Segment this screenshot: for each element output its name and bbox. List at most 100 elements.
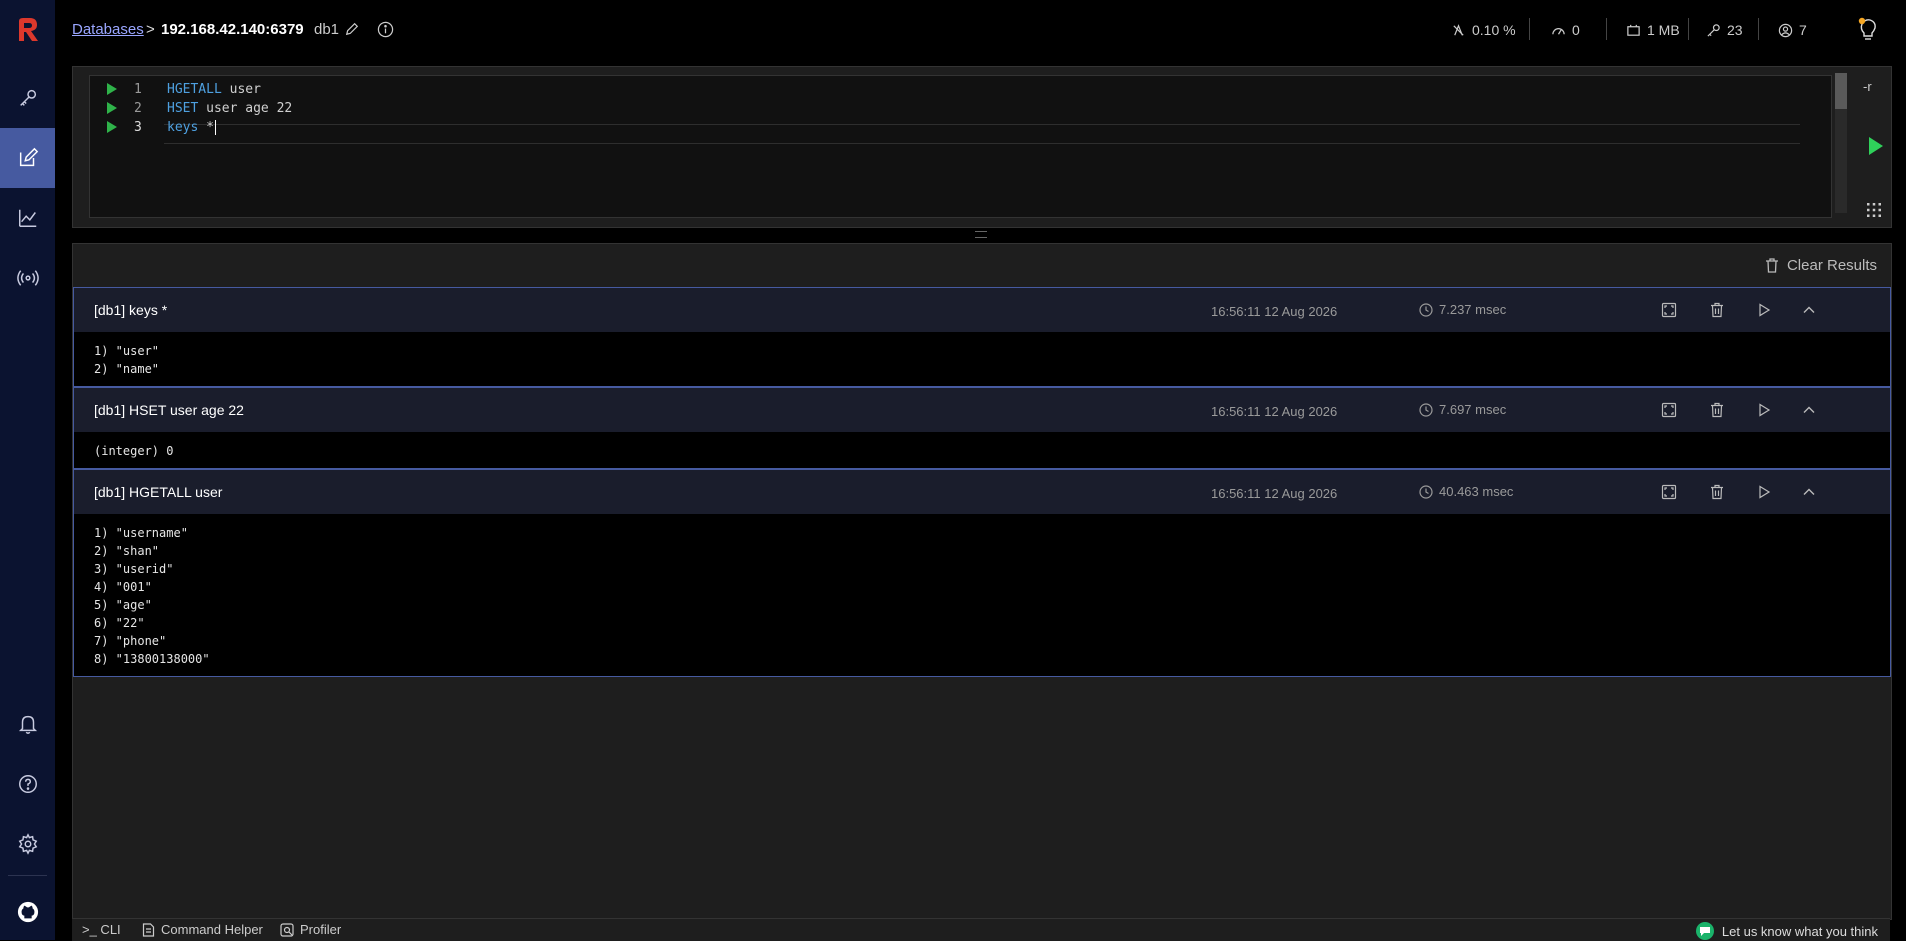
bottom-bar: >_ CLI Command Helper Profiler Let us kn… [72,918,1890,941]
chevron-up-icon [1803,488,1815,495]
nav-settings[interactable] [0,814,55,874]
profiler-icon [280,922,294,937]
stat-cpu: 0.10 % [1451,20,1516,40]
key-icon [1707,23,1720,37]
nav-workbench[interactable] [0,128,55,188]
stat-cpu-value: 0.10 % [1472,22,1516,38]
grid-icon[interactable] [1864,200,1884,220]
delete-result-button[interactable] [1707,400,1727,420]
line-number: 3 [134,120,142,135]
stat-keys: 23 [1706,20,1743,40]
result-duration: 40.463 msec [1419,484,1513,499]
top-bar: Databases > 192.168.42.140:6379 db1 0.10… [55,0,1906,60]
fullscreen-icon [1661,402,1677,418]
result-duration-value: 40.463 msec [1439,484,1514,499]
query-editor[interactable]: 1 HGETALL user 2 HSET user age 22 3 keys… [89,75,1832,218]
nav-analytics[interactable] [0,188,55,248]
breadcrumb-databases[interactable]: Databases [72,21,144,38]
code-args: user [221,82,261,97]
editor-raw-mode-toggle[interactable]: -r [1863,79,1872,94]
insights-button[interactable] [1856,16,1880,42]
db-info-button[interactable] [376,20,394,38]
result-command: [db1] keys * [94,302,168,318]
code-keyword: HGETALL [167,82,222,97]
result-header[interactable]: [db1] keys * 16:56:11 12 Aug 2026 7.237 … [74,288,1890,332]
fullscreen-button[interactable] [1659,300,1679,320]
collapse-button[interactable] [1799,300,1819,320]
feedback-link[interactable]: Let us know what you think [1695,922,1878,940]
collapse-button[interactable] [1799,400,1819,420]
trash-icon [1765,258,1778,273]
result-duration: 7.237 msec [1419,302,1506,317]
editor-scrollbar[interactable] [1835,73,1847,109]
breadcrumb-host: 192.168.42.140:6379 [161,21,304,38]
cli-button[interactable]: >_ CLI [82,922,121,937]
help-icon [18,775,37,793]
run-line-icon[interactable] [107,83,117,95]
info-icon [377,21,393,37]
result-output: 1) "username" 2) "shan" 3) "userid" 4) "… [94,526,210,666]
stat-divider [1606,18,1607,40]
trash-icon [1711,302,1723,318]
code-args: user age 22 [198,101,293,116]
result-command: [db1] HGETALL user [94,484,223,500]
fullscreen-button[interactable] [1659,400,1679,420]
clear-results-button[interactable]: Clear Results [1765,257,1877,274]
run-line-icon[interactable] [107,121,117,133]
nav-help[interactable] [0,754,55,814]
rerun-button[interactable] [1754,300,1774,320]
command-helper-label: Command Helper [161,922,263,937]
result-duration-value: 7.237 msec [1439,302,1507,317]
nav-notifications[interactable] [0,694,55,754]
editor-line: 3 keys * [90,118,1790,137]
broadcast-icon [16,270,39,286]
delete-result-button[interactable] [1707,300,1727,320]
command-helper-button[interactable]: Command Helper [142,922,263,937]
line-code: HGETALL user [167,82,261,97]
result-card: [db1] keys * 16:56:11 12 Aug 2026 7.237 … [73,287,1891,387]
rerun-button[interactable] [1754,482,1774,502]
fullscreen-button[interactable] [1659,482,1679,502]
stat-divider [1529,18,1530,40]
result-duration-value: 7.697 msec [1439,402,1507,417]
pencil-icon [345,22,359,36]
clear-results-label: Clear Results [1786,257,1877,274]
memory-icon [1627,24,1640,36]
result-card: [db1] HSET user age 22 16:56:11 12 Aug 2… [73,387,1891,469]
line-code: keys * [167,120,216,135]
feedback-label: Let us know what you think [1721,923,1878,939]
result-header[interactable]: [db1] HGETALL user 16:56:11 12 Aug 2026 … [74,470,1890,514]
db-name: db1 [314,21,340,38]
result-timestamp: 16:56:11 12 Aug 2026 [1211,404,1338,419]
edit-db-button[interactable] [344,21,360,37]
run-line-icon[interactable] [107,102,117,114]
lightbulb-icon [1858,17,1876,40]
result-timestamp: 16:56:11 12 Aug 2026 [1211,304,1338,319]
delete-result-button[interactable] [1707,482,1727,502]
clock-icon [1419,302,1433,317]
stat-clients: 7 [1778,20,1807,40]
result-header[interactable]: [db1] HSET user age 22 16:56:11 12 Aug 2… [74,388,1890,432]
result-card: [db1] HGETALL user 16:56:11 12 Aug 2026 … [73,469,1891,677]
play-icon [1759,303,1771,317]
panel-resize-handle[interactable] [975,231,987,238]
run-all-button[interactable] [1869,137,1883,155]
result-output: (integer) 0 [94,444,174,458]
github-icon [17,901,38,923]
stat-clients-value: 7 [1799,22,1807,38]
nav-browser[interactable] [0,68,55,128]
chevron-up-icon [1803,406,1815,413]
rerun-button[interactable] [1754,400,1774,420]
stat-ops-value: 0 [1572,22,1580,38]
profiler-button[interactable]: Profiler [280,922,341,937]
collapse-button[interactable] [1799,482,1819,502]
edit-icon [19,147,38,167]
redis-logo[interactable] [8,12,48,48]
speedometer-icon [1552,27,1565,35]
clock-icon [1419,484,1433,499]
trash-icon [1711,484,1723,500]
nav-github[interactable] [0,884,55,940]
line-number: 1 [134,82,142,97]
nav-pubsub[interactable] [0,248,55,308]
gear-icon [18,833,37,855]
